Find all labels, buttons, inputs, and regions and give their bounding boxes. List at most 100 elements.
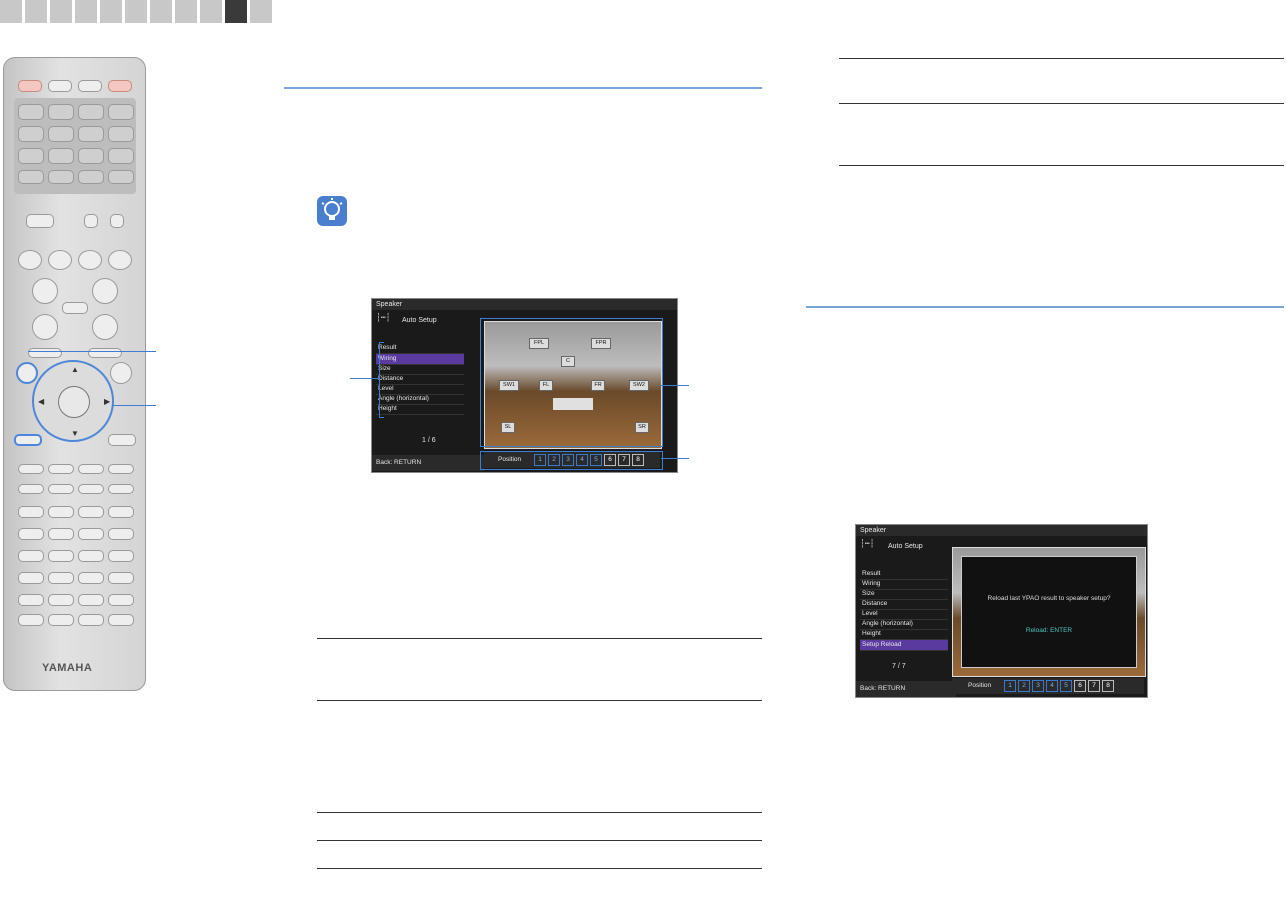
menu-callout-bracket: [379, 342, 384, 418]
remote-button: [78, 148, 104, 164]
table-rule: [839, 58, 1284, 59]
remote-button: [78, 594, 104, 606]
section-tab[interactable]: [150, 0, 172, 23]
remote-button: [18, 126, 44, 142]
remote-button: [78, 80, 102, 92]
menu-item-setup-reload[interactable]: Setup Reload: [860, 640, 948, 651]
section-tab-active[interactable]: [225, 0, 247, 23]
section-tab[interactable]: [250, 0, 272, 23]
remote-button: [48, 250, 72, 270]
remote-button: [108, 148, 134, 164]
position-box[interactable]: 4: [1046, 680, 1058, 692]
cursor-pad: ▲ ▼ ◀ ▶: [32, 360, 114, 442]
position-box[interactable]: 7: [1088, 680, 1100, 692]
table-rule: [839, 165, 1284, 166]
dialog-message: Reload last YPAO result to speaker setup…: [987, 595, 1111, 602]
screen-title: Speaker: [372, 299, 677, 310]
position-box[interactable]: 8: [1102, 680, 1114, 692]
dialog-action[interactable]: Reload: ENTER: [962, 627, 1136, 634]
table-rule: [317, 868, 762, 869]
remote-button: [48, 614, 74, 626]
power-receiver-button: [18, 80, 42, 92]
remote-button: [18, 506, 44, 518]
left-arrow-icon: ◀: [38, 397, 45, 406]
remote-button: [108, 528, 134, 540]
remote-button: [110, 214, 124, 228]
position-box[interactable]: 5: [1060, 680, 1072, 692]
remote-button: [26, 214, 54, 228]
remote-button: [48, 528, 74, 540]
section-tab[interactable]: [25, 0, 47, 23]
table-rule: [317, 700, 762, 701]
remote-button: [108, 614, 134, 626]
menu-item-result[interactable]: Result: [376, 343, 464, 354]
program-up-button: [32, 278, 58, 304]
section-tab[interactable]: [0, 0, 22, 23]
section-tabs: [0, 0, 272, 23]
remote-button: [108, 104, 134, 120]
remote-button: [18, 148, 44, 164]
position-callout-bracket: [480, 451, 663, 470]
remote-button: [78, 484, 104, 494]
remote-button: [28, 348, 62, 358]
callout-line: [661, 385, 689, 386]
speaker-setup-icon: ┆┅┆: [376, 313, 391, 322]
remote-button: [108, 464, 134, 474]
mute-button: [62, 302, 88, 314]
up-arrow-icon: ▲: [71, 365, 79, 374]
right-arrow-icon: ▶: [104, 397, 111, 406]
remote-button: [78, 528, 104, 540]
remote-button: [18, 104, 44, 120]
remote-button: [18, 550, 44, 562]
brand-logo: YAMAHA: [42, 662, 93, 674]
menu-item-height[interactable]: Height: [376, 404, 464, 415]
remote-button: [84, 214, 98, 228]
remote-button: [78, 126, 104, 142]
position-box[interactable]: 6: [1074, 680, 1086, 692]
table-rule: [317, 812, 762, 813]
display-button: [108, 434, 136, 446]
remote-button: [108, 126, 134, 142]
screen-subtitle: Auto Setup: [402, 317, 437, 324]
table-rule: [317, 840, 762, 841]
remote-button: [48, 594, 74, 606]
section-tab[interactable]: [175, 0, 197, 23]
remote-button: [48, 506, 74, 518]
table-rule: [839, 103, 1284, 104]
position-box[interactable]: 1: [1004, 680, 1016, 692]
section-tab[interactable]: [50, 0, 72, 23]
remote-button: [48, 148, 74, 164]
section-heading-rule: [284, 87, 762, 89]
section-tab[interactable]: [100, 0, 122, 23]
position-selector: 12345678: [1004, 680, 1116, 692]
layout-callout-bracket: [480, 318, 663, 447]
remote-button: [48, 550, 74, 562]
menu-item-height[interactable]: Height: [860, 629, 948, 640]
remote-button: [88, 348, 122, 358]
page-indicator: 7 / 7: [892, 663, 906, 670]
section-tab[interactable]: [200, 0, 222, 23]
position-box[interactable]: 3: [1032, 680, 1044, 692]
enter-button: [58, 386, 90, 418]
remote-button: [48, 572, 74, 584]
table-rule: [317, 638, 762, 639]
remote-button: [48, 464, 74, 474]
setup-button: [16, 362, 38, 384]
program-down-button: [32, 314, 58, 340]
remote-control: ▲ ▼ ◀ ▶ YAMAHA: [3, 57, 146, 691]
remote-button: [18, 170, 44, 184]
remote-button: [108, 170, 134, 184]
reload-dialog-background: Reload last YPAO result to speaker setup…: [952, 547, 1146, 677]
remote-button: [108, 484, 134, 494]
volume-up-button: [92, 278, 118, 304]
remote-button: [18, 250, 42, 270]
position-label: Position: [968, 682, 992, 689]
section-tab[interactable]: [125, 0, 147, 23]
remote-button: [18, 572, 44, 584]
position-box[interactable]: 2: [1018, 680, 1030, 692]
back-hint: Back: RETURN: [372, 455, 484, 471]
remote-button: [48, 80, 72, 92]
section-tab[interactable]: [75, 0, 97, 23]
remote-button: [18, 484, 44, 494]
remote-button: [78, 506, 104, 518]
